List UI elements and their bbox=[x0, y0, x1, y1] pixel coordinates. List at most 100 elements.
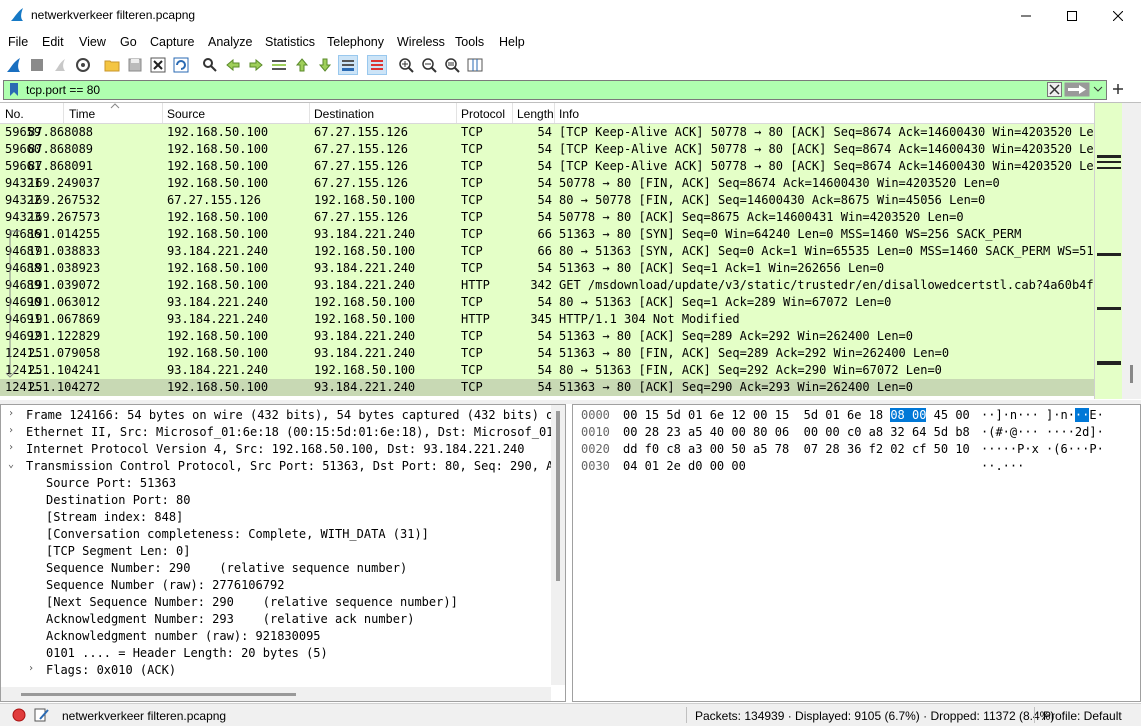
details-tree-item[interactable]: › Internet Protocol Version 4, Src: 192.1… bbox=[1, 441, 557, 458]
bytes-row[interactable]: 0000 00 15 5d 01 6e 12 00 15 5d 01 6e 18 … bbox=[573, 407, 1133, 423]
menu-analyze[interactable]: Analyze bbox=[208, 35, 252, 49]
packet-row[interactable]: 94689 191.039072 192.168.50.100 93.184.221.… bbox=[0, 277, 1101, 294]
open-file-button[interactable] bbox=[102, 55, 122, 75]
menu-go[interactable]: Go bbox=[120, 35, 137, 49]
packet-row[interactable]: 94686 191.014255 192.168.50.100 93.184.221.… bbox=[0, 226, 1094, 243]
menu-telephony[interactable]: Telephony bbox=[327, 35, 384, 49]
details-tree-item[interactable]: Destination Port: 80 bbox=[1, 492, 557, 509]
start-capture-button[interactable] bbox=[4, 55, 24, 75]
packet-row[interactable]: 94321 169.249037 192.168.50.100 67.27.155.1… bbox=[0, 175, 1094, 192]
stop-capture-button[interactable] bbox=[27, 55, 47, 75]
expanded-arrow-icon[interactable]: ⌄ bbox=[8, 459, 14, 470]
details-tree-item[interactable]: [Next Sequence Number: 290 (relative seq… bbox=[1, 594, 557, 611]
autoscroll-button[interactable] bbox=[338, 55, 358, 75]
packet-row[interactable]: 94322 169.267532 67.27.155.126 192.168.50.1… bbox=[0, 192, 1094, 209]
reload-file-button[interactable] bbox=[171, 55, 191, 75]
packet-row[interactable]: 1241… 251.104241 93.184.221.240 192.168.50.… bbox=[0, 362, 1094, 379]
zoom-in-button[interactable] bbox=[396, 55, 416, 75]
details-tree-item[interactable]: Sequence Number (raw): 2776106792 bbox=[1, 577, 557, 594]
column-no[interactable]: No. bbox=[5, 107, 24, 121]
close-window-button[interactable] bbox=[1095, 0, 1141, 31]
details-tree-item[interactable]: 0101 .... = Header Length: 20 bytes (5) bbox=[1, 645, 557, 662]
details-tree-item[interactable]: Source Port: 51363 bbox=[1, 475, 557, 492]
apply-filter-arrow-icon[interactable] bbox=[1064, 82, 1090, 97]
find-packet-button[interactable] bbox=[200, 55, 220, 75]
scrollbar-thumb[interactable] bbox=[556, 411, 560, 581]
bytes-row[interactable]: 0030 04 01 2e d0 00 00 ··.··· bbox=[573, 458, 1133, 474]
packet-row[interactable]: 1241… 251.104272 192.168.50.100 93.184.221.… bbox=[0, 379, 1094, 396]
details-tree-item[interactable]: ⌄ Transmission Control Protocol, Src Port… bbox=[1, 458, 565, 475]
menu-tools[interactable]: Tools bbox=[455, 35, 484, 49]
display-filter-input[interactable]: tcp.port == 80 bbox=[3, 80, 1107, 100]
capture-status-icon[interactable] bbox=[12, 708, 26, 722]
bytes-row[interactable]: 0010 00 28 23 a5 40 00 80 06 00 00 c0 a8 … bbox=[573, 424, 1133, 440]
packet-row[interactable]: 94691 191.067869 93.184.221.240 192.168.50.… bbox=[0, 311, 1094, 328]
first-packet-button[interactable] bbox=[292, 55, 312, 75]
menu-help[interactable]: Help bbox=[499, 35, 525, 49]
details-tree-item[interactable]: Acknowledgment Number: 293 (relative ack… bbox=[1, 611, 557, 628]
column-protocol[interactable]: Protocol bbox=[461, 107, 505, 121]
column-source[interactable]: Source bbox=[167, 107, 205, 121]
packet-row[interactable]: 1241… 251.079058 192.168.50.100 93.184.221.… bbox=[0, 345, 1094, 362]
packet-row[interactable]: 94690 191.063012 93.184.221.240 192.168.50.… bbox=[0, 294, 1094, 311]
details-tree-item[interactable]: Acknowledgment number (raw): 921830095 bbox=[1, 628, 557, 645]
packet-row[interactable]: 59661 87.868091 192.168.50.100 67.27.155.12… bbox=[0, 158, 1101, 175]
packet-minimap[interactable] bbox=[1094, 103, 1123, 399]
details-tree-item[interactable]: [Conversation completeness: Complete, WI… bbox=[1, 526, 557, 543]
add-filter-button-icon[interactable] bbox=[1111, 82, 1125, 96]
column-time[interactable]: Time bbox=[69, 107, 95, 121]
clear-filter-icon[interactable] bbox=[1047, 82, 1062, 97]
column-length[interactable]: Length bbox=[517, 107, 554, 121]
collapsed-arrow-icon[interactable]: › bbox=[8, 408, 14, 419]
scrollbar-thumb[interactable] bbox=[1130, 365, 1133, 383]
collapsed-arrow-icon[interactable]: › bbox=[8, 442, 14, 453]
maximize-button[interactable] bbox=[1049, 0, 1095, 31]
edit-comment-icon[interactable] bbox=[34, 707, 50, 723]
collapsed-arrow-icon[interactable]: › bbox=[28, 663, 34, 674]
details-tree-item[interactable]: Sequence Number: 290 (relative sequence … bbox=[1, 560, 557, 577]
packet-row[interactable]: 94323 169.267573 192.168.50.100 67.27.155.1… bbox=[0, 209, 1094, 226]
details-tree-item[interactable]: › Frame 124166: 54 bytes on wire (432 bit… bbox=[1, 407, 561, 424]
details-tree-item[interactable]: [TCP Segment Len: 0] bbox=[1, 543, 557, 560]
menu-file[interactable]: File bbox=[8, 35, 28, 49]
details-tree-item[interactable]: › Flags: 0x010 (ACK) bbox=[1, 662, 557, 679]
go-forward-button[interactable] bbox=[246, 55, 266, 75]
packet-row[interactable]: 59660 87.868089 192.168.50.100 67.27.155.12… bbox=[0, 141, 1101, 158]
menu-view[interactable]: View bbox=[79, 35, 106, 49]
zoom-out-button[interactable] bbox=[419, 55, 439, 75]
minimize-button[interactable] bbox=[1003, 0, 1049, 31]
bookmark-icon[interactable] bbox=[8, 82, 20, 97]
close-file-button[interactable] bbox=[148, 55, 168, 75]
details-tree-item[interactable]: › Ethernet II, Src: Microsof_01:6e:18 (00… bbox=[1, 424, 565, 441]
scrollbar-thumb[interactable] bbox=[21, 693, 296, 696]
zoom-normal-button[interactable] bbox=[442, 55, 462, 75]
filter-history-dropdown-icon[interactable] bbox=[1093, 85, 1103, 93]
save-file-button[interactable] bbox=[125, 55, 145, 75]
last-packet-button[interactable] bbox=[315, 55, 335, 75]
details-tree-item[interactable]: [Stream index: 848] bbox=[1, 509, 557, 526]
capture-options-button[interactable] bbox=[73, 55, 93, 75]
status-profile[interactable]: Profile: Default bbox=[1043, 709, 1122, 723]
details-horizontal-scrollbar[interactable] bbox=[1, 687, 551, 701]
collapsed-arrow-icon[interactable]: › bbox=[8, 425, 14, 436]
menu-edit[interactable]: Edit bbox=[42, 35, 64, 49]
column-destination[interactable]: Destination bbox=[314, 107, 374, 121]
restart-capture-button[interactable] bbox=[50, 55, 70, 75]
colorize-button[interactable] bbox=[367, 55, 387, 75]
packet-row[interactable]: 94692 191.122829 192.168.50.100 93.184.221.… bbox=[0, 328, 1094, 345]
packet-cell-protocol: TCP bbox=[461, 159, 483, 173]
packet-cell-destination: 67.27.155.126 bbox=[314, 210, 408, 224]
menu-wireless[interactable]: Wireless bbox=[397, 35, 445, 49]
menu-statistics[interactable]: Statistics bbox=[265, 35, 315, 49]
packet-row[interactable]: 94688 191.038923 192.168.50.100 93.184.221.… bbox=[0, 260, 1094, 277]
go-to-packet-button[interactable] bbox=[269, 55, 289, 75]
go-back-button[interactable] bbox=[223, 55, 243, 75]
resize-columns-button[interactable] bbox=[465, 55, 485, 75]
menu-capture[interactable]: Capture bbox=[150, 35, 194, 49]
details-vertical-scrollbar[interactable] bbox=[551, 405, 565, 685]
packet-row[interactable]: 94687 191.038833 93.184.221.240 192.168.50.… bbox=[0, 243, 1101, 260]
packet-row[interactable]: 59659 87.868088 192.168.50.100 67.27.155.12… bbox=[0, 124, 1101, 141]
bytes-row[interactable]: 0020 dd f0 c8 a3 00 50 a5 78 07 28 36 f2 … bbox=[573, 441, 1133, 457]
column-info[interactable]: Info bbox=[559, 107, 579, 121]
packet-list-scrollbar[interactable] bbox=[1122, 103, 1141, 399]
